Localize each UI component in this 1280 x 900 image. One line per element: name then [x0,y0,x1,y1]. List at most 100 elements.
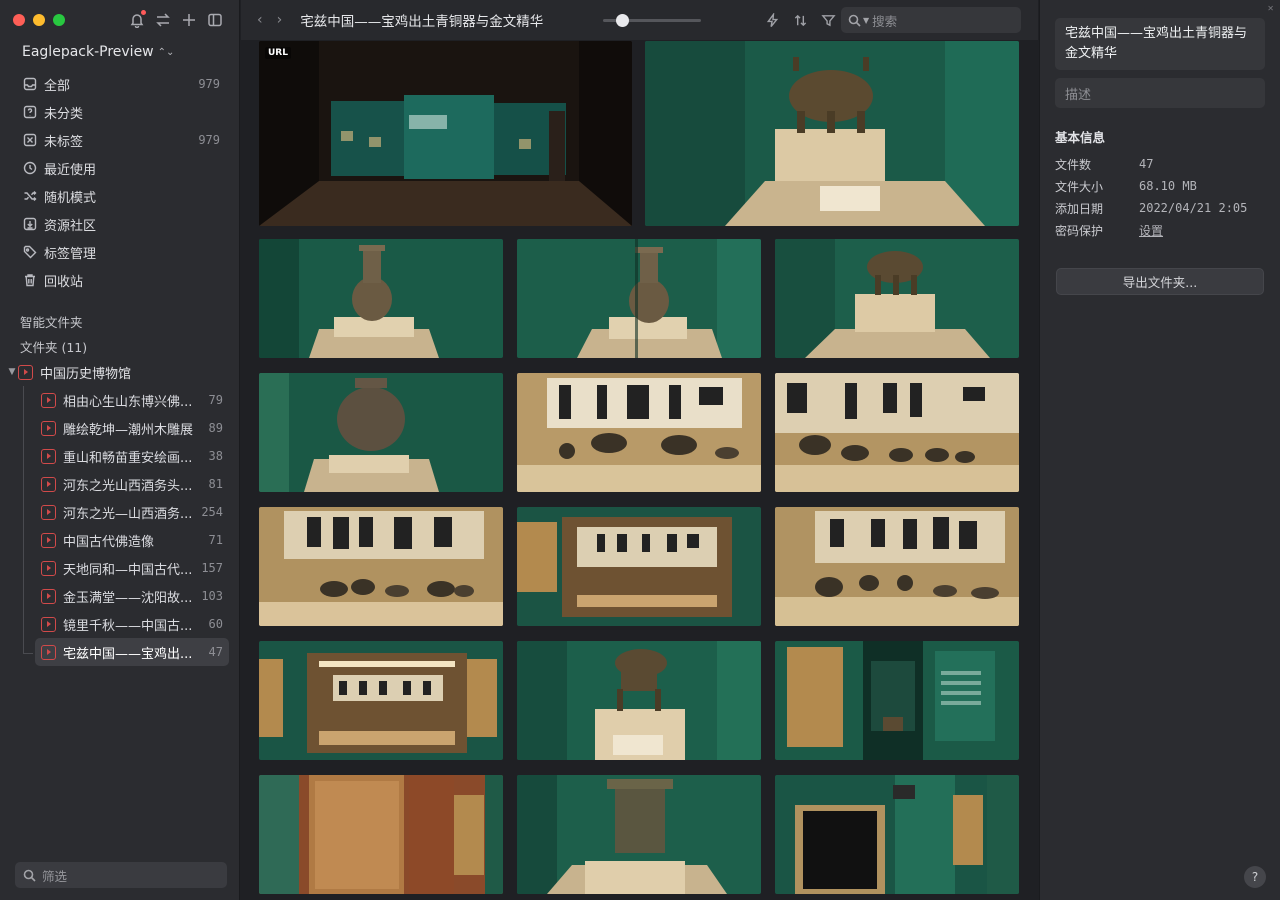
folder-root[interactable]: ▼ 中国历史博物馆 [6,359,230,385]
folder-count: 38 [208,449,223,463]
image-thumbnail[interactable] [259,373,503,492]
image-thumbnail[interactable] [645,41,1019,226]
thumbnail-size-slider[interactable] [603,14,701,27]
image-thumbnail[interactable] [517,373,761,492]
image-thumbnail[interactable] [775,373,1019,492]
bolt-icon[interactable] [763,10,781,30]
image-thumbnail[interactable]: URL [259,41,632,226]
info-value: 2022/04/21 2:05 [1139,201,1248,215]
folder-item[interactable]: 河东之光山西酒务头... 81 [35,470,229,498]
folder-label: 天地同和—中国古代... [63,562,193,578]
sidebar-toolbar [128,9,224,31]
folder-label: 雕绘乾坤—潮州木雕展 [63,422,194,438]
inscription-display-image [259,507,503,626]
image-thumbnail[interactable] [517,641,761,760]
back-button[interactable]: ‹ [257,12,263,28]
inscription-display-image [517,373,761,492]
folder-item[interactable]: 天地同和—中国古代... 157 [35,554,229,582]
sidebar-item-label: 未分类 [44,106,84,122]
sidebar-item-uncategorized[interactable]: 未分类 [14,98,228,126]
help-button[interactable]: ? [1244,866,1266,888]
close-icon[interactable]: ✕ [1267,4,1274,13]
folder-item[interactable]: 雕绘乾坤—潮州木雕展 89 [35,414,229,442]
exhibition-hall-image [259,41,632,226]
toggle-sidebar-icon[interactable] [206,9,224,31]
filter-input[interactable]: 筛选 [15,862,227,888]
info-row-file-size: 文件大小 68.10 MB [1055,175,1265,197]
minimize-window-button[interactable] [33,14,45,26]
add-icon[interactable] [180,9,198,31]
image-thumbnail[interactable] [775,239,1019,358]
url-badge: URL [265,47,291,59]
sidebar-item-label: 资源社区 [44,218,97,234]
folder-count: 254 [201,505,223,519]
folder-children: 相由心生山东博兴佛... 79 雕绘乾坤—潮州木雕展 89 重山和畅苗重安绘画...… [35,386,229,666]
search-placeholder: 搜索 [872,13,898,29]
library-switcher[interactable]: Eaglepack-Preview ⌃⌄ [22,44,174,60]
sidebar-item-recent[interactable]: 最近使用 [14,154,228,182]
download-box-icon [22,217,37,232]
library-name: Eaglepack-Preview [22,44,154,60]
sidebar-item-random[interactable]: 随机模式 [14,182,228,210]
sidebar: Eaglepack-Preview ⌃⌄ 全部 979 未分类 未标签 979 … [0,0,240,900]
search-input[interactable]: ▼ 搜索 [841,7,1021,33]
image-thumbnail[interactable] [517,239,761,358]
tray-icon [22,77,37,92]
question-box-icon [22,105,37,120]
info-key: 文件大小 [1055,179,1104,194]
inscription-display-image [775,373,1019,492]
image-thumbnail[interactable] [517,507,761,626]
description-field[interactable]: 描述 [1055,78,1265,108]
sidebar-item-all[interactable]: 全部 979 [14,70,228,98]
sidebar-item-trash[interactable]: 回收站 [14,266,228,294]
sidebar-item-label: 最近使用 [44,162,97,178]
folder-icon [41,420,56,436]
forward-button[interactable]: › [277,12,283,28]
image-thumbnail[interactable] [259,641,503,760]
info-table: 文件数 47 文件大小 68.10 MB 添加日期 2022/04/21 2:0… [1055,153,1265,241]
filter-placeholder: 筛选 [42,868,68,884]
image-thumbnail[interactable] [775,775,1019,894]
close-window-button[interactable] [13,14,25,26]
chevron-down-icon[interactable]: ▼ [863,16,869,25]
folder-item[interactable]: 金玉满堂——沈阳故... 103 [35,582,229,610]
image-thumbnail[interactable] [775,641,1019,760]
folder-label: 金玉满堂——沈阳故... [63,590,193,606]
sidebar-item-tags[interactable]: 标签管理 [14,238,228,266]
folder-name-field[interactable]: 宅兹中国——宝鸡出土青铜器与金文精华 [1055,18,1265,70]
slider-knob[interactable] [615,14,629,27]
info-value: 47 [1139,157,1154,171]
folder-item-selected[interactable]: 宅兹中国——宝鸡出... 47 [35,638,229,666]
sidebar-item-label: 未标签 [44,134,84,150]
sort-icon[interactable] [791,10,809,30]
export-folder-button[interactable]: 导出文件夹... [1056,268,1264,295]
folder-item[interactable]: 相由心生山东博兴佛... 79 [35,386,229,414]
smart-folders-header[interactable]: 智能文件夹 [20,312,83,331]
image-thumbnail[interactable] [259,239,503,358]
tag-off-icon [22,133,37,148]
disclosure-triangle-icon[interactable]: ▼ [6,367,18,377]
zoom-window-button[interactable] [53,14,65,26]
folder-icon [41,504,56,520]
folder-icon [41,448,56,464]
sidebar-item-count: 979 [198,133,220,147]
bronze-tripod-image [645,41,1019,226]
folder-item[interactable]: 中国古代佛造像 71 [35,526,229,554]
sync-icon[interactable] [154,9,172,31]
filter-funnel-icon[interactable] [819,10,837,30]
search-icon [23,869,36,882]
sidebar-item-community[interactable]: 资源社区 [14,210,228,238]
notification-bell-icon[interactable] [128,9,146,31]
image-thumbnail[interactable] [259,507,503,626]
sidebar-item-untagged[interactable]: 未标签 979 [14,126,228,154]
image-thumbnail[interactable] [775,507,1019,626]
folder-label: 相由心生山东博兴佛... [63,394,193,410]
folders-header[interactable]: 文件夹 (11) [20,337,87,356]
folder-item[interactable]: 镜里千秋——中国古... 60 [35,610,229,638]
image-thumbnail[interactable] [259,775,503,894]
folder-item[interactable]: 重山和畅苗重安绘画... 38 [35,442,229,470]
folder-item[interactable]: 河东之光—山西酒务... 254 [35,498,229,526]
exhibit-panel-image [775,641,1019,760]
image-thumbnail[interactable] [517,775,761,894]
set-password-link[interactable]: 设置 [1139,222,1163,239]
